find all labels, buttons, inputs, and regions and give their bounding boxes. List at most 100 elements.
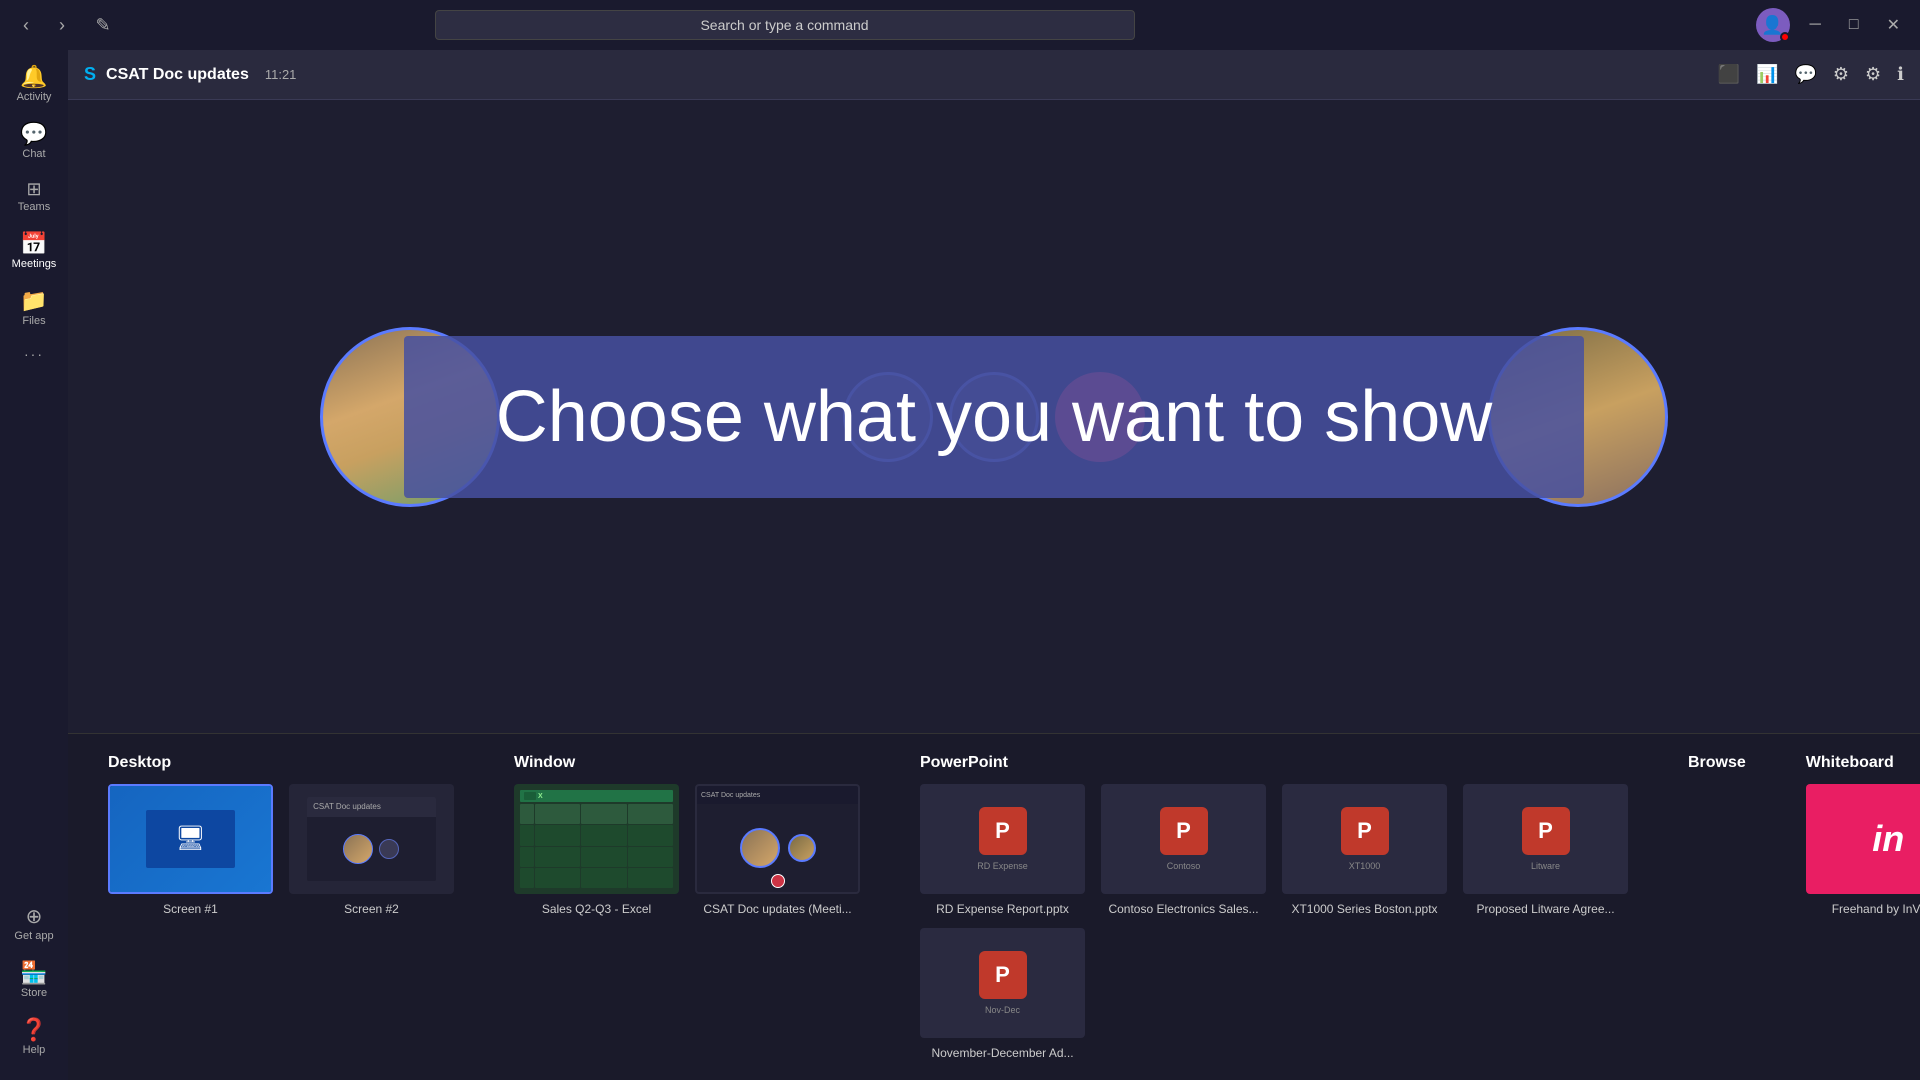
xt1000-icon-label: XT1000 (1349, 861, 1381, 871)
contoso-thumb[interactable]: P Contoso (1101, 784, 1266, 894)
help-icon: ❓ (20, 1019, 47, 1041)
whiteboard-category: Whiteboard in Freehand by InVision (1806, 754, 1920, 916)
search-bar[interactable]: Search or type a command (435, 10, 1135, 40)
powerpoint-label: PowerPoint (920, 754, 1628, 772)
more-options-button[interactable]: ⚙ (1833, 64, 1849, 85)
chat-icon: 💬 (20, 123, 47, 145)
sidebar-item-store[interactable]: 🏪 Store (10, 954, 57, 1007)
settings-button[interactable]: ⚙ (1865, 64, 1881, 85)
info-button[interactable]: ℹ (1897, 64, 1904, 85)
whiteboard-label: Whiteboard (1806, 754, 1920, 772)
sidebar-label-teams: Teams (18, 201, 50, 213)
sidebar-item-get-app[interactable]: ⊕ Get app (10, 899, 57, 950)
screen1-label: Screen #1 (163, 902, 218, 916)
xt1000-thumb[interactable]: P XT1000 (1282, 784, 1447, 894)
sidebar-item-chat[interactable]: 💬 Chat (0, 115, 68, 168)
nov-dec-thumb[interactable]: P Nov-Dec (920, 928, 1085, 1038)
forward-button[interactable]: › (48, 11, 76, 39)
close-button[interactable]: ✕ (1879, 11, 1908, 39)
compose-button[interactable]: ✎ (88, 10, 118, 40)
sidebar-item-files[interactable]: 📁 Files (0, 282, 68, 335)
desktop-items: 🖥 Screen #1 (108, 784, 454, 916)
desktop-category: Desktop 🖥 Screen #1 (108, 754, 454, 916)
titlebar: ‹ › ✎ Search or type a command 👤 ─ □ ✕ (0, 0, 1920, 50)
rd-expense-item[interactable]: P RD Expense RD Expense Report.pptx (920, 784, 1085, 916)
sidebar-item-teams[interactable]: ⊞ Teams (0, 172, 68, 221)
sidebar-label-store: Store (21, 987, 47, 999)
powerpoint-items-row1: P RD Expense RD Expense Report.pptx P (920, 784, 1628, 916)
minimize-button[interactable]: ─ (1802, 12, 1829, 38)
sidebar-bottom: ⊕ Get app 🏪 Store ❓ Help (10, 899, 57, 1072)
excel-item[interactable]: X (514, 784, 679, 916)
powerpoint-category: PowerPoint P RD Expense (920, 754, 1628, 1060)
xt1000-item[interactable]: P XT1000 XT1000 Series Boston.pptx (1282, 784, 1447, 916)
sidebar-item-meetings[interactable]: 📅 Meetings (0, 225, 68, 278)
contoso-icon-label: Contoso (1167, 861, 1201, 871)
litware-icon-label: Litware (1531, 861, 1560, 871)
overlay-banner: Choose what you want to show (404, 336, 1584, 498)
user-avatar[interactable]: 👤 (1756, 8, 1790, 42)
meeting-title: CSAT Doc updates (106, 66, 249, 84)
litware-thumb[interactable]: P Litware (1463, 784, 1628, 894)
whiteboard-items: in Freehand by InVision (1806, 784, 1920, 916)
get-app-icon: ⊕ (26, 907, 43, 927)
sidebar-label-activity: Activity (17, 91, 52, 103)
back-button[interactable]: ‹ (12, 11, 40, 39)
desktop-label: Desktop (108, 754, 454, 772)
meeting-header: S CSAT Doc updates 11:21 ⬛ 📊 💬 ⚙ ⚙ ℹ (68, 50, 1920, 100)
files-icon: 📁 (20, 290, 47, 312)
excel-label: Sales Q2-Q3 - Excel (542, 902, 651, 916)
nov-dec-icon-label: Nov-Dec (985, 1005, 1020, 1015)
nav-controls: ‹ › (12, 11, 76, 39)
screen2-item[interactable]: CSAT Doc updates Screen #2 (289, 784, 454, 916)
sidebar-label-get-app: Get app (14, 930, 53, 942)
nov-dec-item[interactable]: P Nov-Dec November-December Ad... (920, 928, 1085, 1060)
invision-thumb[interactable]: in (1806, 784, 1920, 894)
litware-item[interactable]: P Litware Proposed Litware Agree... (1463, 784, 1628, 916)
teams-window-label: CSAT Doc updates (Meeti... (703, 902, 851, 916)
sidebar-item-help[interactable]: ❓ Help (10, 1011, 57, 1064)
rd-expense-label: RD Expense Report.pptx (936, 902, 1069, 916)
share-screen-button[interactable]: ⬛ (1718, 64, 1740, 85)
teams-icon: ⊞ (26, 180, 41, 198)
meeting-chat-button[interactable]: 💬 (1794, 64, 1816, 85)
overlay-text: Choose what you want to show (496, 376, 1493, 458)
screen1-thumb[interactable]: 🖥 (108, 784, 273, 894)
content-area: S CSAT Doc updates 11:21 ⬛ 📊 💬 ⚙ ⚙ ℹ (68, 50, 1920, 1080)
participants-button[interactable]: 📊 (1756, 64, 1778, 85)
window-category: Window X (514, 754, 860, 916)
more-icon: ··· (24, 347, 44, 361)
sidebar-item-activity[interactable]: 🔔 Activity (0, 58, 68, 111)
header-actions: ⬛ 📊 💬 ⚙ ⚙ ℹ (1718, 64, 1904, 85)
sidebar-label-help: Help (23, 1044, 46, 1056)
invision-item[interactable]: in Freehand by InVision (1806, 784, 1920, 916)
meetings-icon: 📅 (20, 233, 47, 255)
main-layout: 🔔 Activity 💬 Chat ⊞ Teams 📅 Meetings 📁 F… (0, 50, 1920, 1080)
screen1-item[interactable]: 🖥 Screen #1 (108, 784, 273, 916)
teams-window-thumb[interactable]: CSAT Doc updates (695, 784, 860, 894)
powerpoint-items-row2: P Nov-Dec November-December Ad... (920, 928, 1628, 1060)
litware-label: Proposed Litware Agree... (1476, 902, 1614, 916)
browse-category: Browse (1688, 754, 1746, 784)
rd-expense-thumb[interactable]: P RD Expense (920, 784, 1085, 894)
contoso-label: Contoso Electronics Sales... (1108, 902, 1258, 916)
rd-expense-icon-label: RD Expense (977, 861, 1028, 871)
activity-icon: 🔔 (20, 66, 47, 88)
window-items: X (514, 784, 860, 916)
contoso-item[interactable]: P Contoso Contoso Electronics Sales... (1101, 784, 1266, 916)
nov-dec-label: November-December Ad... (931, 1046, 1073, 1060)
sidebar-label-meetings: Meetings (12, 258, 57, 270)
skype-icon: S (84, 64, 96, 85)
screen2-thumb[interactable]: CSAT Doc updates (289, 784, 454, 894)
share-panel: Desktop 🖥 Screen #1 (68, 733, 1920, 1080)
window-label: Window (514, 754, 860, 772)
sidebar-item-more[interactable]: ··· (0, 339, 68, 369)
excel-thumb[interactable]: X (514, 784, 679, 894)
store-icon: 🏪 (20, 962, 47, 984)
sidebar-label-files: Files (22, 315, 45, 327)
share-row: Desktop 🖥 Screen #1 (108, 754, 1880, 1060)
maximize-button[interactable]: □ (1841, 12, 1867, 38)
screen2-label: Screen #2 (344, 902, 399, 916)
status-dot (1780, 32, 1790, 42)
teams-window-item[interactable]: CSAT Doc updates (695, 784, 860, 916)
